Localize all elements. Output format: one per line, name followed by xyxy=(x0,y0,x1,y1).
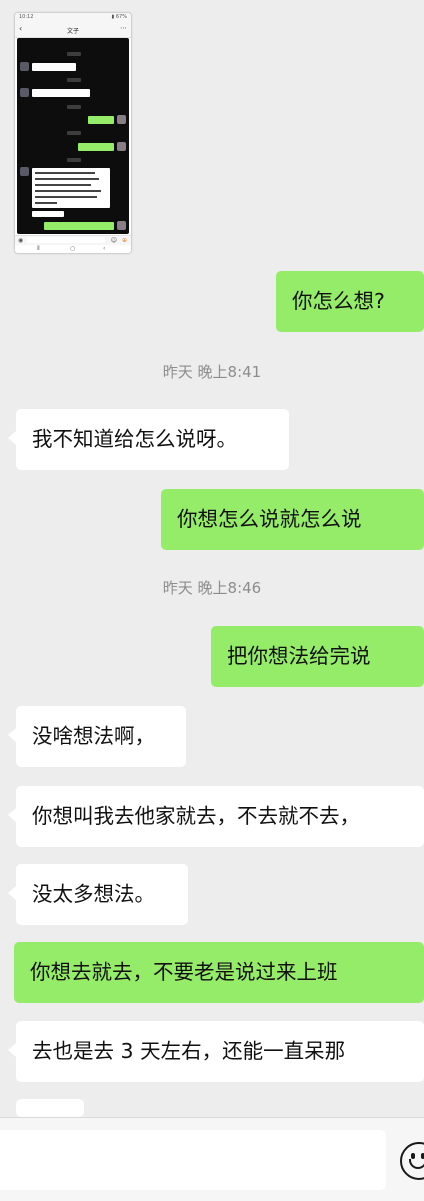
thumbnail-status-battery: ▮ 67% xyxy=(111,14,127,20)
thumbnail-bubble xyxy=(88,116,114,124)
thumbnail-text-line xyxy=(35,178,99,180)
message-timestamp: 昨天 晚上8:41 xyxy=(162,363,262,381)
message-input[interactable] xyxy=(0,1130,386,1190)
thumbnail-text-line xyxy=(35,190,101,192)
chat-message-right[interactable]: 你怎么想? xyxy=(276,271,424,332)
thumbnail-bubble xyxy=(32,211,64,217)
thumbnail-avatar xyxy=(20,62,29,71)
chat-message-right[interactable]: 你想怎么说就怎么说 xyxy=(161,489,424,550)
thumbnail-status-time: 10:12 xyxy=(19,14,34,20)
plus-icon: ⊕ xyxy=(121,237,127,244)
thumbnail-text-line xyxy=(35,172,95,174)
voice-icon: ◉ xyxy=(18,237,24,244)
emoji-mouth xyxy=(409,1159,424,1169)
thumbnail-timestamp xyxy=(67,131,81,135)
chat-message-left[interactable]: 你想叫我去他家就去，不去就不去， xyxy=(8,786,424,847)
thumbnail-bubble xyxy=(44,222,114,230)
chat-message-left-partial[interactable] xyxy=(8,1099,84,1135)
thumbnail-input-bar: ◉ ☺ ⊕ xyxy=(15,235,131,245)
chat-message-right[interactable]: 把你想法给完说 xyxy=(211,626,424,687)
thumbnail-avatar xyxy=(20,88,29,97)
thumbnail-timestamp xyxy=(67,105,81,109)
thumbnail-title-bar: ‹ 文子 ⋯ xyxy=(15,23,131,38)
thumbnail-chat-title: 文子 xyxy=(66,28,79,35)
thumbnail-timestamp xyxy=(67,52,81,56)
thumbnail-text-line xyxy=(35,184,91,186)
thumbnail-avatar xyxy=(117,142,126,151)
thumbnail-avatar xyxy=(20,167,29,176)
thumbnail-status-bar: 10:12 ▮ 67% xyxy=(15,13,131,23)
chat-message-right[interactable]: 你想去就去，不要老是说过来上班 xyxy=(14,942,424,1003)
thumbnail-nav-bar: ⦀ ○ ‹ xyxy=(15,245,131,253)
chat-message-left[interactable]: 没太多想法。 xyxy=(8,864,188,925)
chat-message-left[interactable]: 去也是去 3 天左右，还能一直呆那 xyxy=(8,1021,424,1082)
chat-message-left[interactable]: 没啥想法啊， xyxy=(8,706,186,767)
screenshot-thumbnail[interactable]: 10:12 ▮ 67% ‹ 文子 ⋯ ◉ ☺ ⊕ ⦀ ○ ‹ xyxy=(14,12,132,254)
thumbnail-bubble xyxy=(32,89,90,97)
message-timestamp: 昨天 晚上8:46 xyxy=(162,579,262,597)
thumbnail-timestamp xyxy=(67,78,81,82)
emoji-icon: ☺ xyxy=(110,237,117,244)
chat-message-left[interactable]: 我不知道给怎么说呀。 xyxy=(8,409,289,470)
thumbnail-text-line xyxy=(35,202,57,204)
thumbnail-bubble xyxy=(78,143,114,151)
more-icon: ⋯ xyxy=(120,24,127,32)
thumbnail-bubble xyxy=(32,63,76,71)
thumbnail-avatar xyxy=(117,115,126,124)
thumbnail-input-field xyxy=(27,237,105,243)
thumbnail-chat-area xyxy=(17,38,129,234)
home-icon: ○ xyxy=(70,245,76,252)
emoji-icon[interactable] xyxy=(400,1142,424,1180)
menu-icon: ⦀ xyxy=(37,245,40,252)
thumbnail-text-line xyxy=(35,196,97,198)
thumbnail-avatar xyxy=(117,221,126,230)
input-bar xyxy=(0,1117,424,1201)
back-icon: ‹ xyxy=(103,245,106,252)
thumbnail-timestamp xyxy=(67,158,81,162)
